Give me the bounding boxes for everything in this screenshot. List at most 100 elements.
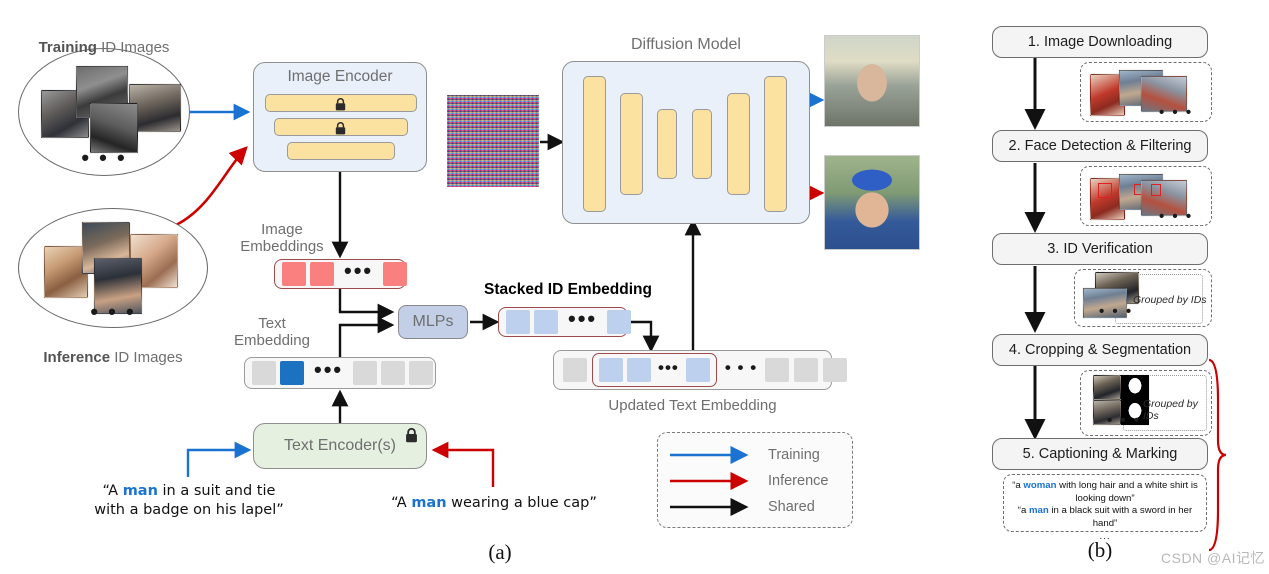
text-embedding-cell [381, 361, 406, 385]
updated-text-id-ellipsis: ••• [658, 357, 679, 377]
unet-block-1 [583, 76, 606, 212]
pipeline-step-4-label: 4. Cropping & Segmentation [1008, 342, 1192, 358]
text-encoder-label: Text Encoder(s) [283, 436, 397, 454]
pipeline-artifact-1: • • • [1080, 62, 1212, 122]
caption1-highlight: woman [1023, 480, 1057, 491]
mlps-label: MLPs [412, 312, 454, 330]
caption2-highlight: man [1029, 505, 1049, 517]
pipeline-step-1[interactable]: 1. Image Downloading [992, 26, 1208, 58]
legend-label-inference: Inference [768, 473, 829, 489]
inference-id-images-label: Inference ID Images [8, 332, 218, 367]
diffusion-model-title: Diffusion Model [631, 36, 741, 53]
image-embedding-cell [282, 262, 306, 286]
inference-label-rest: ID Images [110, 349, 183, 367]
unet-block-6 [764, 76, 787, 212]
caption2-post: in a black suit with a sword in her hand… [1048, 505, 1193, 529]
inference-prompt-post: wearing a blue cap” [446, 495, 597, 511]
text-embedding-cell [252, 361, 276, 385]
stacked-id-ellipsis: ••• [568, 306, 598, 331]
image-embedding-cell [383, 262, 408, 286]
text-embedding-cell [353, 361, 378, 385]
arrow-text-embedding-to-mlps [338, 316, 395, 358]
text-embedding-row: ••• [244, 357, 436, 389]
training-prompt: “A man in a suit and tie with a badge on… [78, 482, 300, 520]
legend-arrow-training [670, 445, 749, 465]
artifact4-grouped-label: Grouped by IDs [1143, 398, 1198, 422]
figure-root: Training ID Images • • • • • • Inference… [0, 0, 1269, 574]
figure-caption-a: (a) [488, 540, 512, 564]
training-prompt-highlight: man [122, 483, 158, 499]
legend-arrow-inference [670, 471, 749, 491]
updated-text-id-cell [627, 358, 651, 382]
artifact3-grouped-label: Grouped by IDs [1133, 294, 1207, 306]
legend-box: Training Inference Shared [657, 432, 853, 528]
text-embedding-cell-id [280, 361, 304, 385]
updated-text-id-group: ••• [592, 353, 717, 387]
image-encoder-title: Image Encoder [287, 68, 393, 85]
text-embedding-ellipsis: ••• [314, 357, 344, 382]
face-detection-box [1151, 184, 1161, 196]
arrow-training-prompt-to-text-encoder [186, 441, 252, 477]
updated-text-mid-ellipsis: • • • [724, 357, 758, 377]
image-encoder-layer-2[interactable] [274, 118, 408, 136]
training-output-image [824, 35, 920, 127]
legend-item-inference: Inference [670, 468, 840, 494]
image-encoder-panel[interactable]: Image Encoder [253, 62, 427, 172]
stacked-id-embedding-label: Stacked ID Embedding [484, 281, 652, 298]
updated-text-cell [563, 358, 587, 382]
updated-text-embedding-row: ••• • • • [553, 350, 848, 390]
pipeline-step-3-label: 3. ID Verification [1047, 241, 1153, 257]
text-embedding-cell [409, 361, 434, 385]
arrow-stacked-id-to-updated-text [628, 320, 660, 353]
pipeline-caption-line-2: “a man in a black suit with a sword in h… [1010, 505, 1200, 530]
image-encoder-layer-1[interactable] [265, 94, 417, 112]
updated-text-cell [823, 358, 848, 382]
image-embeddings-label: Image Embeddings [240, 221, 324, 256]
stacked-id-embedding-row: ••• [498, 306, 632, 337]
pipeline-step-5-label: 5. Captioning & Marking [1022, 446, 1178, 462]
diffusion-model-panel[interactable] [562, 61, 810, 224]
caption2-pre: “a [1017, 505, 1029, 517]
artifact4-mask-1 [1121, 375, 1149, 400]
inference-prompt: “A man wearing a blue cap” [385, 494, 603, 513]
lock-icon [335, 98, 346, 111]
mlps-block[interactable]: MLPs [398, 305, 468, 339]
pipeline-step-1-label: 1. Image Downloading [1027, 34, 1173, 50]
legend-arrow-shared [670, 497, 749, 517]
image-embedding-cell [310, 262, 334, 286]
pipeline-step-2[interactable]: 2. Face Detection & Filtering [992, 130, 1208, 162]
unet-block-3 [657, 109, 677, 179]
legend-label-training: Training [768, 447, 820, 463]
legend-item-shared: Shared [670, 494, 840, 520]
lock-icon [406, 427, 417, 443]
face-detection-box [1098, 183, 1112, 198]
text-encoder-panel[interactable]: Text Encoder(s) [253, 423, 427, 469]
image-embeddings-row: ••• [274, 259, 408, 289]
pipeline-captions-box: “a woman with long hair and a white shir… [1003, 474, 1207, 542]
updated-text-id-cell [599, 358, 623, 382]
inference-prompt-highlight: man [411, 495, 447, 511]
text-embedding-label: Text Embedding [234, 315, 310, 350]
pipeline-step-4[interactable]: 4. Cropping & Segmentation [992, 334, 1208, 366]
pipeline-artifact-4: Grouped by IDs • • • [1080, 370, 1212, 436]
stacked-id-cell [534, 310, 558, 334]
artifact4-crop-1 [1093, 375, 1121, 400]
inference-output-image [824, 155, 920, 250]
pipeline-step-5[interactable]: 5. Captioning & Marking [992, 438, 1208, 470]
figure-caption-b: (b) [1087, 538, 1113, 562]
stacked-id-cell [506, 310, 530, 334]
updated-text-cell [794, 358, 819, 382]
image-encoder-layer-3[interactable] [287, 142, 395, 160]
training-prompt-pre: “A [102, 483, 123, 499]
unet-block-2 [620, 93, 643, 195]
lock-icon [335, 122, 346, 135]
watermark: CSDN @AI记忆 [1161, 550, 1265, 566]
inference-prompt-pre: “A [391, 495, 412, 511]
unet-block-5 [727, 93, 750, 195]
noise-latent [447, 95, 539, 187]
unet-block-4 [692, 109, 712, 179]
pipeline-step-2-label: 2. Face Detection & Filtering [1008, 138, 1192, 154]
legend-item-training: Training [670, 442, 840, 468]
legend-label-shared: Shared [768, 499, 815, 515]
pipeline-step-3[interactable]: 3. ID Verification [992, 233, 1208, 265]
